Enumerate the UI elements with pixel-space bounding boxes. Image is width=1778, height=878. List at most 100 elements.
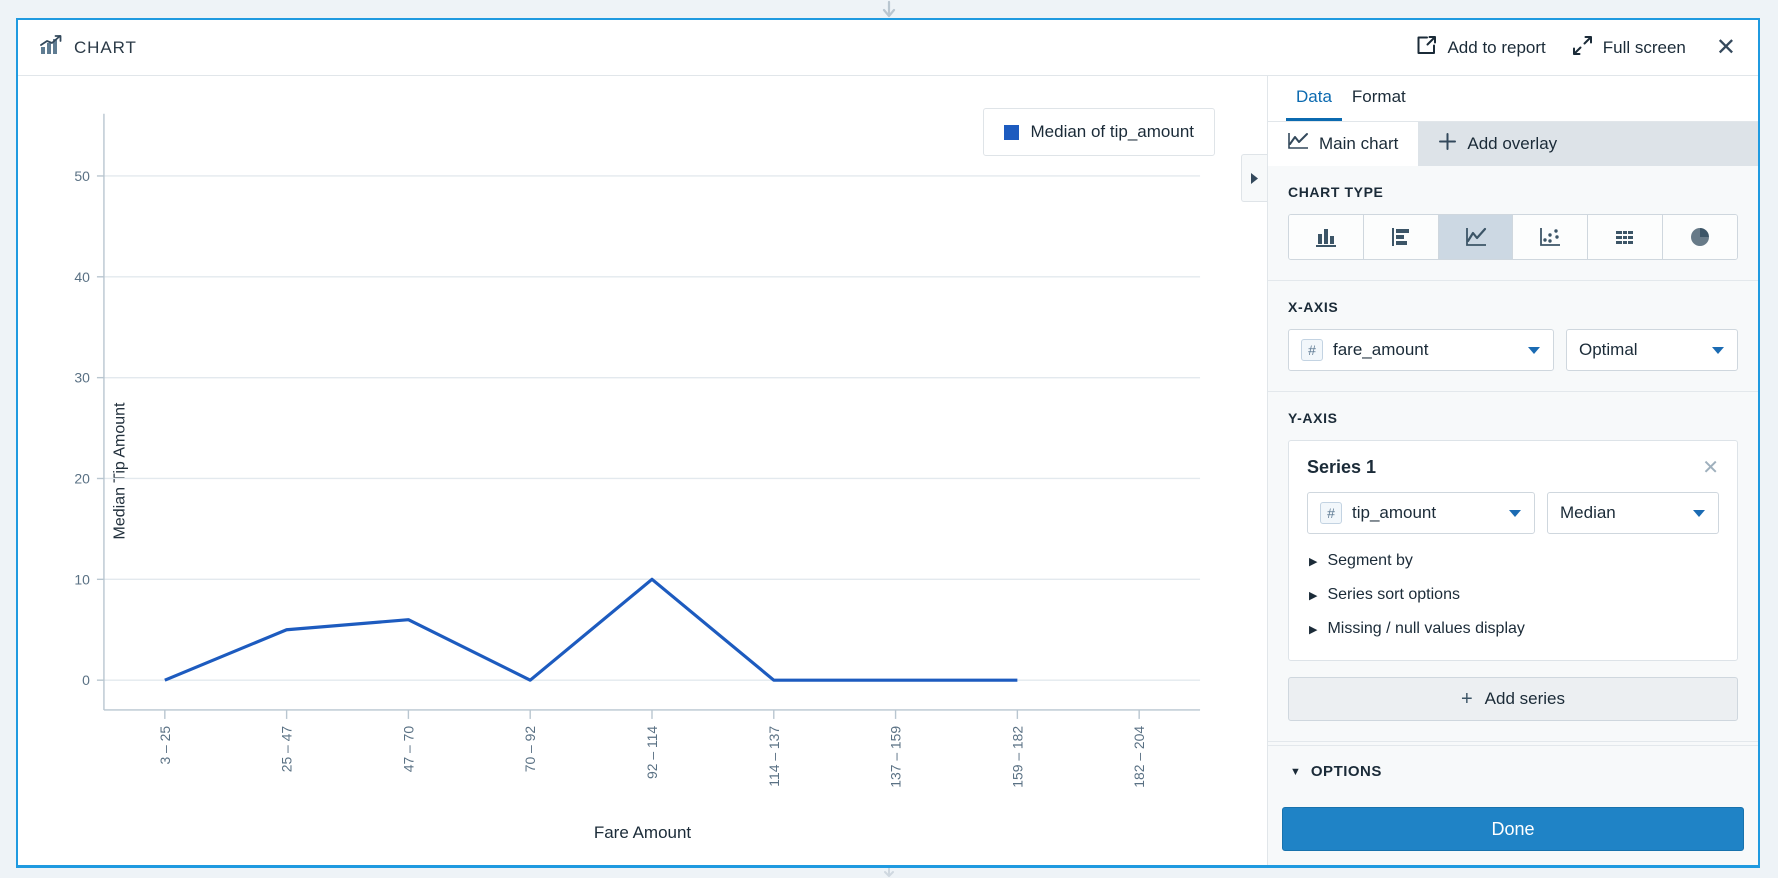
y-axis-section: Y-AXIS Series 1 ✕ # tip_amount Median ▶ … — [1268, 392, 1758, 742]
series-field-select[interactable]: # tip_amount — [1307, 492, 1535, 534]
chevron-down-icon — [1527, 340, 1541, 360]
plus-icon — [1438, 132, 1457, 156]
series-name: Series 1 — [1307, 457, 1377, 477]
bar-chart-icon — [1391, 228, 1409, 246]
scatter-chart-icon — [1540, 228, 1561, 246]
tab-data-label: Data — [1296, 87, 1332, 106]
subtab-add-overlay[interactable]: Add overlay — [1418, 122, 1578, 166]
line-chart-icon — [1465, 227, 1486, 246]
series-aggregation-value: Median — [1560, 503, 1616, 522]
done-button-wrap: Done — [1268, 797, 1758, 865]
x-tick-label: 25 – 47 — [279, 726, 295, 773]
x-tick-label: 70 – 92 — [522, 726, 538, 773]
chart-type-section: CHART TYPE — [1268, 166, 1758, 281]
tab-format-label: Format — [1351, 87, 1406, 106]
line-chart-icon — [1288, 132, 1309, 156]
close-icon[interactable]: ✕ — [1712, 35, 1740, 60]
x-axis-title-label: X-AXIS — [1288, 299, 1339, 315]
y-tick-label: 0 — [82, 672, 90, 688]
chart-type-line-button[interactable] — [1438, 215, 1514, 259]
arrow-down-small-icon — [884, 868, 894, 877]
disclosure-series-sort-options[interactable]: ▶ Series sort options — [1307, 578, 1719, 612]
x-axis-field-select[interactable]: # fare_amount — [1288, 329, 1554, 371]
triangle-right-icon — [1251, 172, 1258, 184]
settings-panel: Data Format Main chart Add overlay CHART… — [1268, 76, 1758, 865]
chart-pane: Median of tip_amount Median Tip Amount F… — [18, 76, 1268, 865]
series-controls: # tip_amount Median — [1307, 492, 1719, 534]
disclosure-missing-null-label: Missing / null values display — [1327, 620, 1525, 637]
y-axis-title-label: Y-AXIS — [1288, 410, 1338, 426]
y-tick-label: 40 — [74, 269, 90, 285]
y-tick-label: 50 — [74, 168, 90, 184]
add-series-button[interactable]: + Add series — [1288, 677, 1738, 721]
arrow-down-icon — [882, 0, 896, 18]
chart-icon — [40, 34, 62, 61]
legend-label: Median of tip_amount — [1030, 122, 1195, 141]
series-field-value: tip_amount — [1352, 503, 1437, 522]
x-tick-label: 114 – 137 — [766, 726, 782, 787]
plus-icon: + — [1460, 688, 1473, 710]
chart-svg: 0 10 20 30 40 50 3 – 25 25 – 47 47 – 70 70 – 92 92… — [74, 113, 1201, 788]
tab-data[interactable]: Data — [1286, 76, 1342, 121]
expand-icon — [1572, 35, 1593, 61]
number-field-icon: # — [1301, 339, 1323, 361]
chevron-down-icon — [1711, 340, 1725, 360]
add-to-report-button[interactable]: Add to report — [1416, 35, 1546, 61]
triangle-right-icon: ▶ — [1309, 555, 1318, 568]
table-icon — [1616, 231, 1634, 244]
window-header: CHART Add to report Full screen ✕ — [18, 20, 1758, 76]
tab-format[interactable]: Format — [1342, 76, 1416, 121]
done-button[interactable]: Done — [1282, 807, 1744, 851]
subtab-main-chart[interactable]: Main chart — [1268, 122, 1419, 166]
y-tick-label: 20 — [74, 470, 90, 486]
pie-chart-icon — [1691, 228, 1710, 246]
disclosure-segment-by[interactable]: ▶ Segment by — [1307, 544, 1719, 578]
options-label: OPTIONS — [1310, 763, 1382, 780]
x-tick-label: 3 – 25 — [157, 726, 173, 765]
subtab-main-chart-label: Main chart — [1319, 134, 1399, 153]
chevron-down-icon — [1692, 503, 1706, 523]
chart-type-column-button[interactable] — [1289, 215, 1364, 259]
number-field-icon: # — [1320, 502, 1342, 524]
add-series-label: Add series — [1484, 689, 1565, 708]
chart-window: CHART Add to report Full screen ✕ Median… — [16, 18, 1760, 868]
full-screen-button[interactable]: Full screen — [1572, 35, 1686, 61]
chart-type-title: CHART TYPE — [1288, 184, 1384, 200]
chart-type-bar-button[interactable] — [1363, 215, 1439, 259]
options-section-toggle[interactable]: ▼ OPTIONS — [1268, 745, 1758, 797]
disclosure-missing-null-values[interactable]: ▶ Missing / null values display — [1307, 612, 1719, 646]
chart-type-table-button[interactable] — [1588, 215, 1664, 259]
panel-content: CHART TYPE X-AXIS # fare_amount Optimal … — [1268, 166, 1758, 865]
add-to-report-label: Add to report — [1447, 37, 1546, 57]
screen-root: CHART Add to report Full screen ✕ Median… — [0, 0, 1778, 878]
series-card: Series 1 ✕ # tip_amount Median ▶ Segment… — [1288, 440, 1738, 661]
x-tick-label: 137 – 159 — [888, 726, 904, 788]
legend-swatch — [1003, 124, 1019, 140]
x-tick-label: 47 – 70 — [400, 726, 416, 773]
panel-collapse-toggle[interactable] — [1241, 154, 1267, 202]
x-tick-label: 182 – 204 — [1131, 726, 1147, 788]
x-axis-controls: # fare_amount Optimal — [1288, 329, 1738, 371]
x-axis-section: X-AXIS # fare_amount Optimal — [1268, 281, 1758, 392]
external-link-icon — [1416, 35, 1437, 61]
chart-type-scatter-button[interactable] — [1513, 215, 1589, 259]
header-actions: Add to report Full screen ✕ — [1416, 35, 1740, 61]
chart-type-pie-button[interactable] — [1663, 215, 1737, 259]
series-header: Series 1 ✕ — [1307, 457, 1719, 478]
window-body: Median of tip_amount Median Tip Amount F… — [18, 76, 1758, 865]
remove-series-icon[interactable]: ✕ — [1702, 458, 1719, 478]
chart-legend[interactable]: Median of tip_amount — [982, 108, 1215, 156]
y-tick-label: 30 — [74, 370, 90, 386]
chevron-down-icon — [1508, 503, 1522, 523]
full-screen-label: Full screen — [1602, 37, 1686, 57]
triangle-right-icon: ▶ — [1309, 589, 1318, 602]
plot-area: Median Tip Amount Fare Amount 0 10 20 30 40 5… — [18, 76, 1267, 865]
window-title-group: CHART — [40, 34, 137, 61]
page-title: CHART — [74, 37, 137, 57]
x-axis-binning-select[interactable]: Optimal — [1566, 329, 1738, 371]
triangle-down-icon: ▼ — [1290, 765, 1301, 778]
panel-tabs: Data Format — [1268, 76, 1758, 122]
triangle-right-icon: ▶ — [1309, 623, 1318, 636]
series-aggregation-select[interactable]: Median — [1547, 492, 1719, 534]
y-tick-label: 10 — [74, 571, 90, 587]
